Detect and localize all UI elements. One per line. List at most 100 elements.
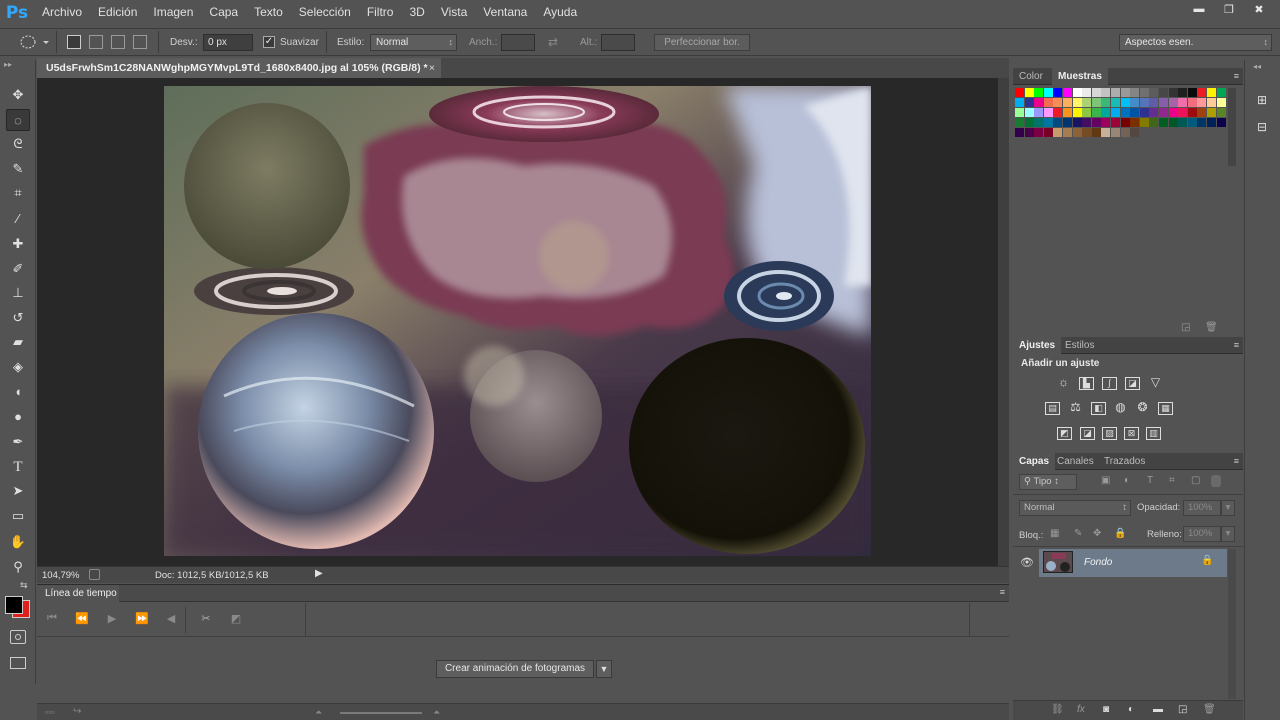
quick-mask-icon[interactable] bbox=[10, 630, 26, 644]
healing-brush-tool-icon[interactable]: ✚ bbox=[6, 233, 30, 255]
color-swatch[interactable] bbox=[1034, 118, 1044, 127]
timeline-options-icon[interactable]: ▫▫▫ bbox=[45, 707, 55, 717]
document-tab[interactable]: U5dsFrwhSm1C28NANWghpMGYMvpL9Td_1680x840… bbox=[37, 58, 441, 78]
color-swatch[interactable] bbox=[1063, 98, 1072, 107]
feather-input[interactable]: 0 px bbox=[203, 34, 253, 51]
color-swatch[interactable] bbox=[1082, 98, 1092, 107]
animation-type-dropdown-icon[interactable]: ▼ bbox=[596, 660, 612, 678]
collapse-toolbar-icon[interactable]: ▸▸ bbox=[4, 60, 12, 69]
color-swatch[interactable] bbox=[1130, 98, 1140, 107]
history-brush-tool-icon[interactable]: ↺ bbox=[6, 307, 30, 329]
color-swatch[interactable] bbox=[1159, 108, 1168, 117]
layer-filter-kind-select[interactable]: ⚲ Tipo ↕ bbox=[1019, 474, 1077, 490]
opacity-input[interactable]: 100% bbox=[1183, 500, 1221, 516]
zoom-level[interactable]: 104,79% bbox=[42, 570, 80, 581]
color-swatch[interactable] bbox=[1101, 108, 1111, 117]
width-input[interactable] bbox=[501, 34, 535, 51]
color-swatch[interactable] bbox=[1034, 98, 1044, 107]
type-tool-icon[interactable]: T bbox=[6, 456, 30, 478]
color-swatch[interactable] bbox=[1034, 88, 1044, 97]
color-swatch[interactable] bbox=[1111, 88, 1120, 97]
status-info-icon[interactable] bbox=[89, 569, 100, 580]
color-swatch[interactable] bbox=[1111, 128, 1120, 137]
color-swatch[interactable] bbox=[1178, 108, 1188, 117]
color-swatch[interactable] bbox=[1207, 98, 1216, 107]
foreground-color-swatch[interactable] bbox=[5, 596, 23, 614]
color-swatch[interactable] bbox=[1101, 118, 1111, 127]
color-swatch[interactable] bbox=[1015, 98, 1024, 107]
color-swatch[interactable] bbox=[1053, 98, 1063, 107]
color-swatch[interactable] bbox=[1187, 118, 1197, 127]
next-frame-icon[interactable]: ⏩ bbox=[133, 612, 151, 628]
color-swatch[interactable] bbox=[1139, 88, 1149, 97]
add-selection-icon[interactable] bbox=[89, 35, 103, 49]
color-swatch[interactable] bbox=[1187, 98, 1197, 107]
menu-texto[interactable]: Texto bbox=[246, 0, 291, 25]
filter-toggle-switch[interactable] bbox=[1211, 475, 1221, 487]
color-swatch[interactable] bbox=[1168, 88, 1178, 97]
menu-ventana[interactable]: Ventana bbox=[475, 0, 535, 25]
color-swatch[interactable] bbox=[1149, 118, 1159, 127]
color-swatch[interactable] bbox=[1159, 88, 1168, 97]
layer-style-icon[interactable]: fx bbox=[1077, 704, 1085, 715]
color-swatch[interactable] bbox=[1043, 98, 1053, 107]
brightness-contrast-icon[interactable]: ☼ bbox=[1056, 376, 1071, 390]
color-swatch[interactable] bbox=[1197, 88, 1207, 97]
lock-all-icon[interactable]: 🔒 bbox=[1114, 528, 1126, 539]
swatches-menu-icon[interactable]: ≡ bbox=[1234, 71, 1239, 81]
color-swatch[interactable] bbox=[1168, 108, 1178, 117]
crop-tool-icon[interactable]: ⌗ bbox=[6, 182, 30, 204]
new-adjustment-layer-icon[interactable]: ◐ bbox=[1128, 704, 1134, 715]
menu-vista[interactable]: Vista bbox=[433, 0, 475, 25]
color-swatch[interactable] bbox=[1072, 118, 1082, 127]
fill-dropdown-icon[interactable]: ▾ bbox=[1221, 526, 1235, 542]
color-swatch[interactable] bbox=[1043, 88, 1053, 97]
color-swatch[interactable] bbox=[1149, 88, 1159, 97]
black-white-icon[interactable]: ◧ bbox=[1091, 402, 1106, 415]
timeline-zoom-slider[interactable] bbox=[340, 712, 422, 714]
color-swatch[interactable] bbox=[1034, 128, 1044, 137]
color-swatch[interactable] bbox=[1091, 98, 1101, 107]
swap-colors-icon[interactable]: ⇆ bbox=[20, 580, 28, 591]
properties-panel-icon[interactable]: ⊟ bbox=[1257, 120, 1267, 134]
menu-seleccion[interactable]: Selección bbox=[291, 0, 359, 25]
color-swatch[interactable] bbox=[1207, 88, 1216, 97]
menu-filtro[interactable]: Filtro bbox=[359, 0, 402, 25]
paint-bucket-tool-icon[interactable]: ◈ bbox=[6, 356, 30, 378]
timeline-tab[interactable]: Línea de tiempo bbox=[37, 585, 119, 602]
color-swatch[interactable] bbox=[1149, 108, 1159, 117]
color-swatch[interactable] bbox=[1091, 88, 1101, 97]
workspace-select[interactable]: Aspectos esen. bbox=[1119, 34, 1272, 51]
color-swatch[interactable] bbox=[1207, 118, 1216, 127]
color-swatch[interactable] bbox=[1139, 98, 1149, 107]
color-swatch[interactable] bbox=[1216, 88, 1226, 97]
subtract-selection-icon[interactable] bbox=[111, 35, 125, 49]
color-swatch[interactable] bbox=[1091, 128, 1101, 137]
new-swatch-icon[interactable]: ◲ bbox=[1181, 322, 1190, 333]
color-swatch[interactable] bbox=[1187, 88, 1197, 97]
clone-stamp-tool-icon[interactable]: ⊥ bbox=[6, 282, 30, 304]
color-swatch[interactable] bbox=[1053, 128, 1063, 137]
filter-shape-icon[interactable]: ⌗ bbox=[1169, 475, 1175, 486]
style-select[interactable]: Normal bbox=[370, 34, 457, 51]
color-swatch[interactable] bbox=[1130, 128, 1140, 137]
blend-mode-select[interactable]: Normal ↕ bbox=[1019, 500, 1131, 516]
color-swatch[interactable] bbox=[1120, 128, 1130, 137]
filter-smart-object-icon[interactable]: ▢ bbox=[1191, 475, 1200, 486]
color-swatch[interactable] bbox=[1072, 88, 1082, 97]
status-menu-arrow-icon[interactable]: ▶ bbox=[315, 568, 323, 579]
color-swatch[interactable] bbox=[1091, 118, 1101, 127]
color-swatch[interactable] bbox=[1015, 88, 1024, 97]
lock-image-icon[interactable]: ✎ bbox=[1074, 528, 1082, 539]
color-swatch[interactable] bbox=[1168, 118, 1178, 127]
channel-mixer-icon[interactable]: ❂ bbox=[1135, 401, 1150, 415]
zoom-tool-icon[interactable]: ⚲ bbox=[6, 556, 30, 578]
color-swatch[interactable] bbox=[1101, 88, 1111, 97]
color-swatch[interactable] bbox=[1216, 108, 1226, 117]
color-swatch[interactable] bbox=[1043, 118, 1053, 127]
lock-transparent-icon[interactable]: ▦ bbox=[1050, 528, 1059, 539]
color-swatch[interactable] bbox=[1197, 108, 1207, 117]
color-swatch[interactable] bbox=[1197, 98, 1207, 107]
audio-icon[interactable]: ◀ bbox=[162, 612, 180, 628]
intersect-selection-icon[interactable] bbox=[133, 35, 147, 49]
